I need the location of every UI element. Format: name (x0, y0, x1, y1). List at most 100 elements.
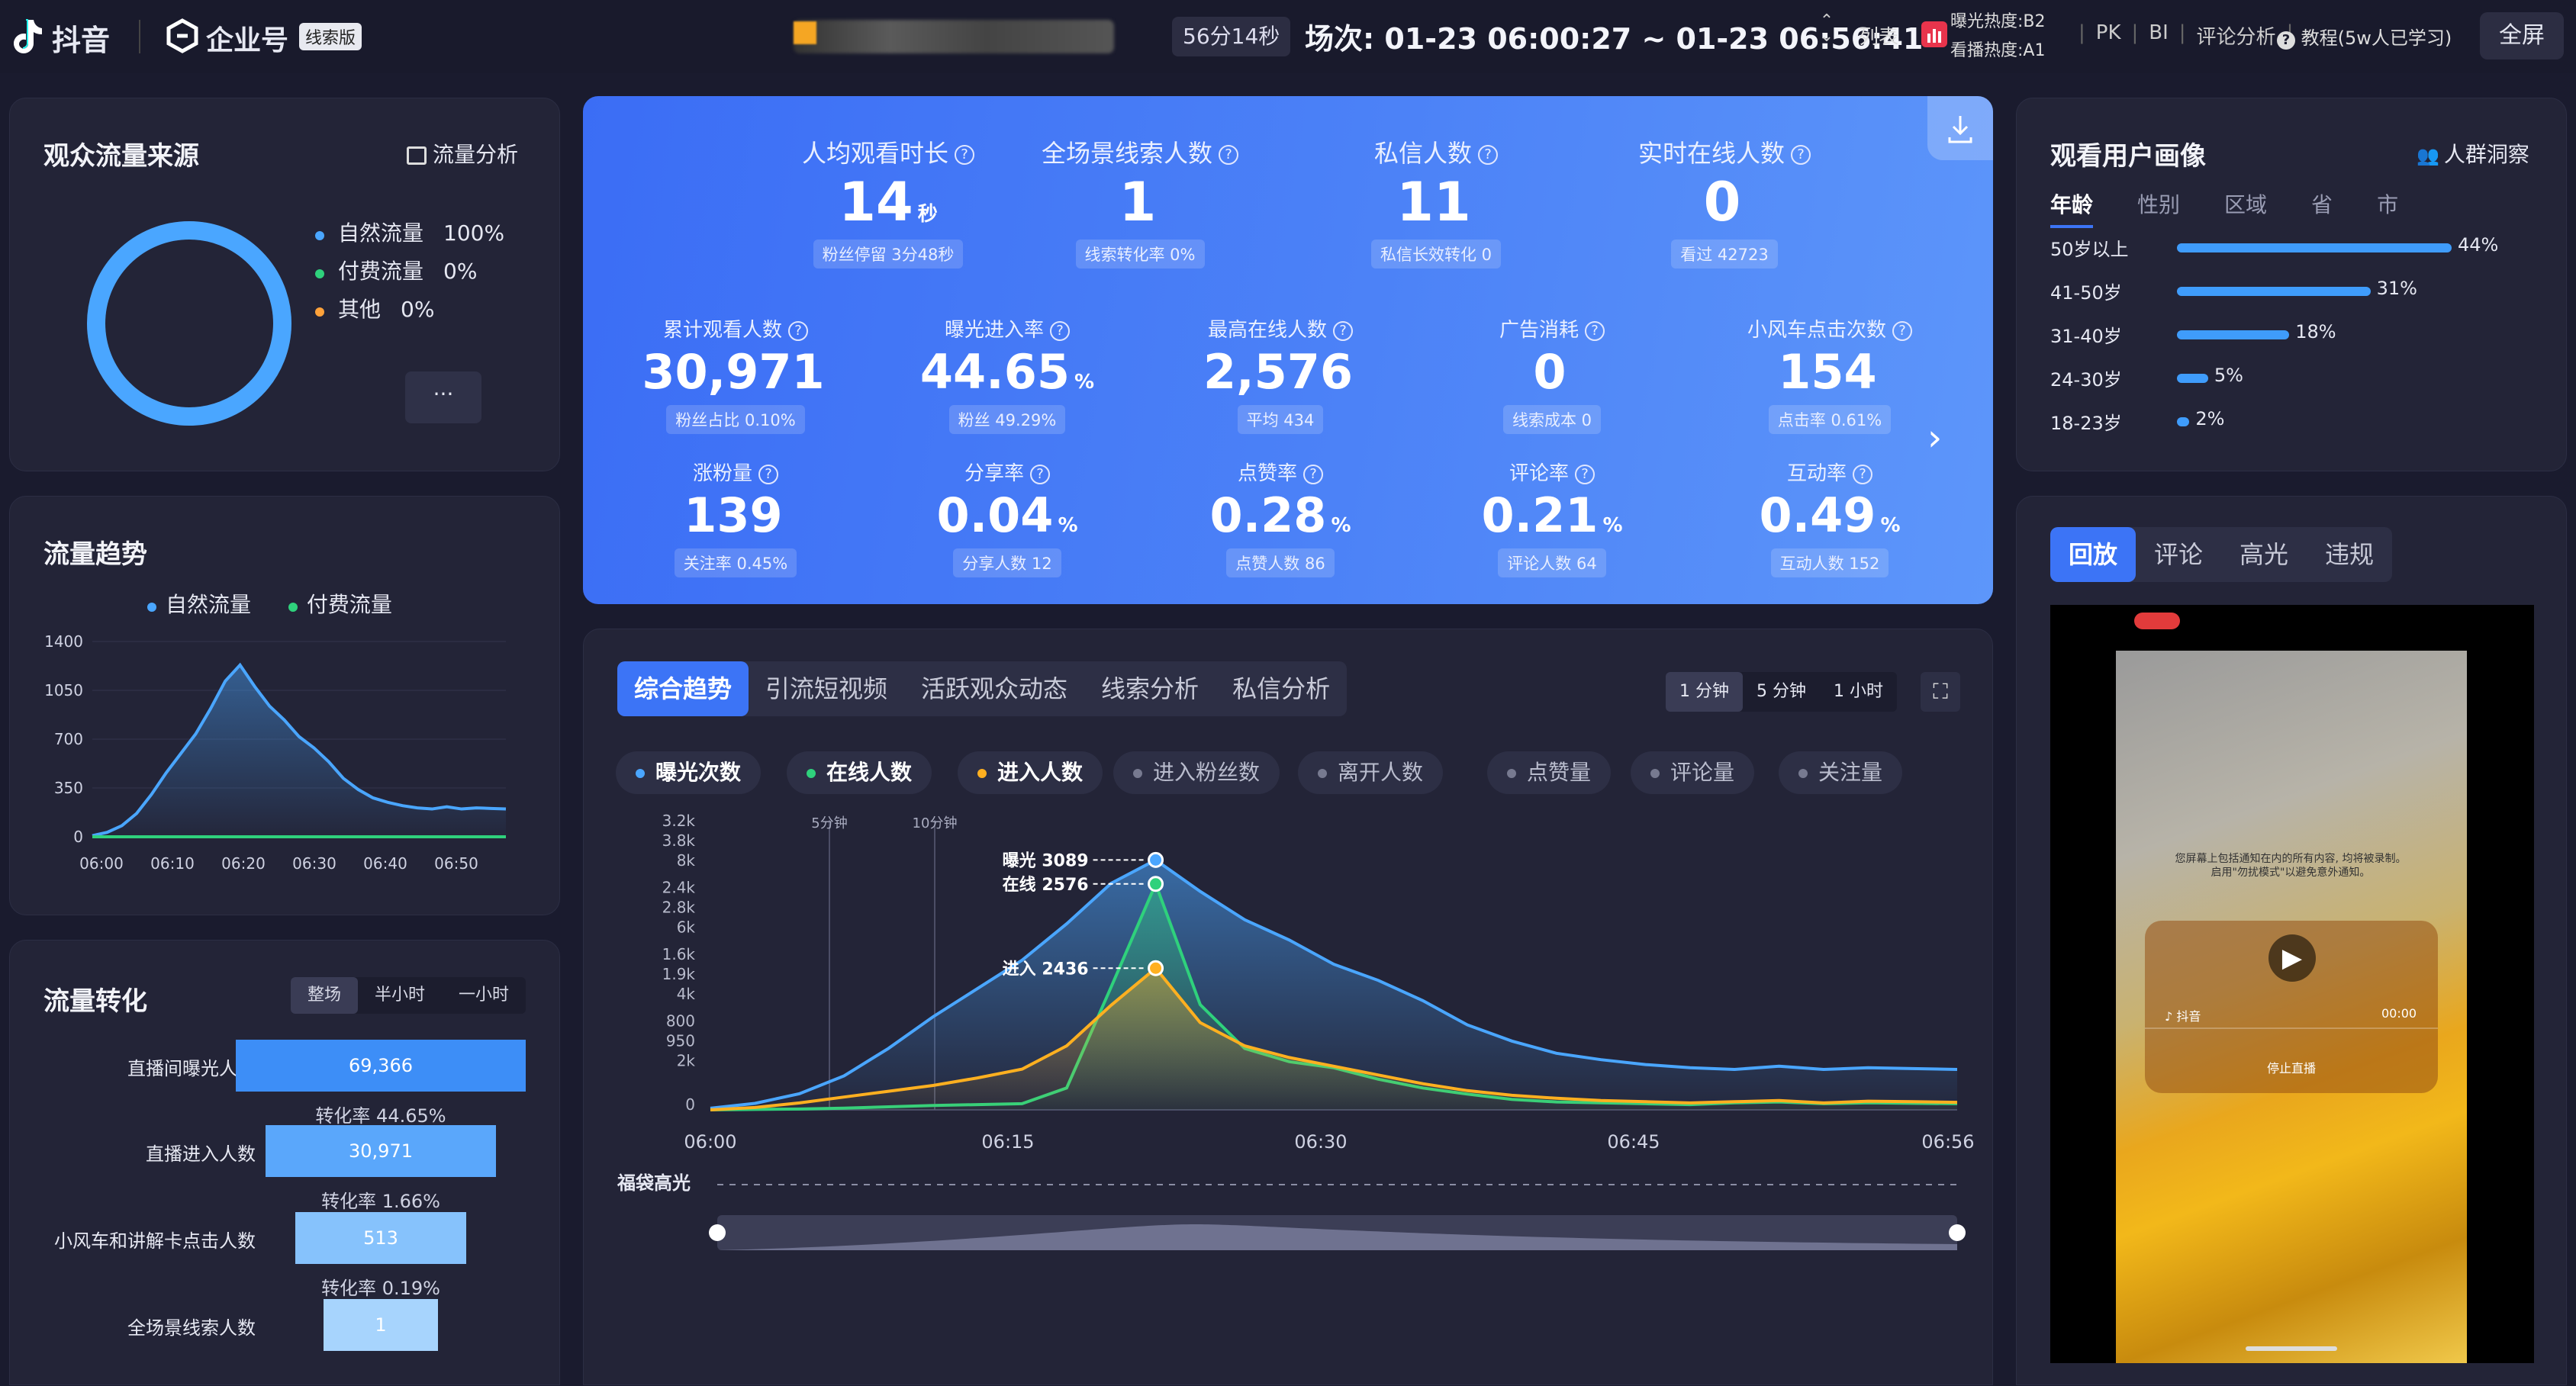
help-icon[interactable]: ? (1050, 320, 1070, 341)
interval-1hour[interactable]: 1 小时 (1820, 672, 1897, 712)
metric-sub: 线索成本 0 (1502, 404, 1602, 434)
tab-age[interactable]: 年龄 (2050, 188, 2094, 228)
chip-dot (1318, 769, 1327, 778)
help-icon[interactable]: ? (1791, 145, 1811, 165)
tab-comments[interactable]: 评论 (2136, 527, 2221, 582)
comment-analysis-link[interactable]: 评论分析 (2197, 21, 2276, 50)
top-bar: 抖音 企业号 线索版 56分14秒 场次: 01-23 06:00:27 ~ 0… (0, 0, 2576, 73)
tab-city[interactable]: 市 (2377, 188, 2398, 228)
metric-label: 点赞率? (1143, 458, 1418, 486)
age-pct: 31% (2376, 278, 2417, 299)
metric-chip-5[interactable]: 点赞量 (1487, 751, 1612, 794)
play-icon[interactable]: ▶ (2268, 934, 2316, 982)
expand-chart-icon[interactable]: ⛶ (1921, 672, 1960, 712)
tutorial-link[interactable]: ? 教程(5w人已学习) (2277, 23, 2452, 50)
metric-unit: % (1058, 514, 1078, 537)
funnel-bar: 69,366 (236, 1040, 526, 1092)
tutorial-label: 教程(5w人已学习) (2301, 27, 2452, 49)
heat-ranking: 曝光热度:B2 看播热度:A1 (1950, 8, 2057, 66)
y-tick-label: 0 (685, 1095, 695, 1114)
fullscreen-button[interactable]: 全屏 (2480, 12, 2564, 59)
tab-dm-analysis[interactable]: 私信分析 (1216, 661, 1347, 716)
help-icon[interactable]: ? (1892, 320, 1912, 341)
help-icon[interactable]: ? (1853, 464, 1872, 484)
brand-name: 企业号 (206, 25, 289, 56)
metric-number: 0.28 (1209, 487, 1327, 543)
metric-chip-1[interactable]: 在线人数 (787, 751, 932, 794)
metrics-card: 人均观看时长? 14 秒粉丝停留 3分48秒 全场景线索人数? 1 线索转化率 0% 私信人… (583, 96, 1993, 604)
help-icon[interactable]: ? (1585, 320, 1605, 341)
trend-line-chart: 1400 1050 700 350 0 06:00 06:10 06:20 06:30 06:40… (44, 632, 507, 873)
crowd-insight-button[interactable]: 👥 人群洞察 (2417, 138, 2529, 169)
tab-gender[interactable]: 性别 (2137, 188, 2180, 228)
metric-chip-3[interactable]: 进入粉丝数 (1113, 751, 1280, 794)
metric-chip-7[interactable]: 关注量 (1779, 751, 1903, 794)
funnel-stage-label: 小风车和讲解卡点击人数 (54, 1230, 256, 1252)
help-icon[interactable]: ? (1030, 464, 1050, 484)
panel-title: 流量趋势 (43, 539, 147, 570)
metric-chip-4[interactable]: 离开人数 (1298, 751, 1444, 794)
help-icon[interactable]: ? (758, 464, 778, 484)
metric-sub: 分享人数 12 (953, 548, 1061, 577)
metric-label-text: 累计观看人数 (662, 319, 782, 342)
video-player[interactable]: 您屏幕上包括通知在内的所有内容, 均将被录制。 启用"勿扰模式"以避免意外通知。… (2050, 605, 2534, 1363)
help-icon[interactable]: ? (1219, 145, 1238, 165)
metric-label: 累计观看人数? (598, 314, 873, 342)
list-button[interactable]: 列表 (1859, 21, 1898, 50)
segment-full[interactable]: 整场 (291, 977, 359, 1014)
help-icon[interactable]: ? (1575, 464, 1595, 484)
peak-annotation: 曝光 3089 (1003, 851, 1089, 870)
help-icon[interactable]: ? (1333, 320, 1353, 341)
player-time: 00:00 (2381, 1006, 2417, 1021)
tab-violations[interactable]: 违规 (2307, 527, 2392, 582)
tab-province[interactable]: 省 (2311, 188, 2333, 228)
metric-chip-0[interactable]: 曝光次数 (616, 751, 762, 794)
age-label: 50岁以上 (2050, 239, 2129, 260)
segment-half-hour[interactable]: 半小时 (358, 977, 442, 1014)
interval-1min[interactable]: 1 分钟 (1666, 672, 1743, 712)
bi-link[interactable]: BI (2149, 21, 2169, 50)
x-tick-label: 06:10 (150, 854, 195, 873)
metric-number: 0.04 (936, 487, 1054, 543)
tab-overall-trend[interactable]: 综合趋势 (617, 661, 749, 716)
metric-row3-0: 涨粉量? 139 关注率 0.45% (598, 458, 873, 577)
tiktok-logo-icon (8, 17, 44, 55)
tab-lead-analysis[interactable]: 线索分析 (1084, 661, 1216, 716)
expand-toggle-icon[interactable]: ⌃ ⌄ (1818, 13, 1836, 59)
segment-hour[interactable]: 一小时 (442, 977, 526, 1014)
top-links: | PK | BI | 评论分析 | (2079, 21, 2293, 50)
interval-5min[interactable]: 5 分钟 (1743, 672, 1820, 712)
traffic-analysis-button[interactable]: 流量分析 (407, 138, 518, 169)
chip-dot (636, 769, 645, 778)
help-icon[interactable]: ? (1303, 464, 1323, 484)
metric-row1-3: 实时在线人数? 0 看过 42723 (1587, 134, 1862, 269)
pk-link[interactable]: PK (2096, 21, 2121, 50)
tab-replay[interactable]: 回放 (2050, 527, 2136, 582)
x-tick-label: 06:50 (434, 854, 478, 873)
help-icon[interactable]: ? (788, 320, 808, 341)
metric-chip-2[interactable]: 进入人数 (958, 751, 1103, 794)
natural-area (92, 664, 506, 837)
next-page-icon[interactable]: › (1927, 416, 1942, 459)
stop-live-button[interactable]: 停止直播 (2145, 1058, 2438, 1076)
more-button[interactable]: ··· (405, 371, 481, 423)
download-icon[interactable] (1927, 96, 1993, 160)
metric-number: 0.21 (1481, 487, 1599, 543)
help-icon[interactable]: ? (1478, 145, 1498, 165)
metric-row3-4: 互动率? 0.49% 互动人数 152 (1692, 458, 1967, 577)
funnel-stage-label: 全场景线索人数 (127, 1317, 256, 1339)
x-tick-label: 06:56 (1921, 1131, 1974, 1153)
tab-highlights[interactable]: 高光 (2221, 527, 2307, 582)
help-icon[interactable]: ? (955, 145, 974, 165)
main-trend-chart: 3.2k3.8k8k 2.4k 2.8k6k 1.6k 1.9k 4k 800950 2k 0 0… (617, 812, 1975, 1250)
metric-label-text: 评论率 (1509, 462, 1569, 485)
metric-sub: 私信长效转化 0 (1370, 239, 1502, 269)
main-trend-panel: 综合趋势 引流短视频 活跃观众动态 线索分析 私信分析 1 分钟 5 分钟 1 … (583, 629, 1993, 1385)
y-tick-label: 2k (677, 1052, 696, 1070)
metric-chip-6[interactable]: 评论量 (1631, 751, 1755, 794)
tab-promo-videos[interactable]: 引流短视频 (749, 661, 904, 716)
tab-region[interactable]: 区域 (2224, 188, 2267, 228)
age-bar (2177, 417, 2190, 426)
tab-active-viewers[interactable]: 活跃观众动态 (904, 661, 1084, 716)
metric-label-text: 私信人数 (1373, 139, 1472, 168)
